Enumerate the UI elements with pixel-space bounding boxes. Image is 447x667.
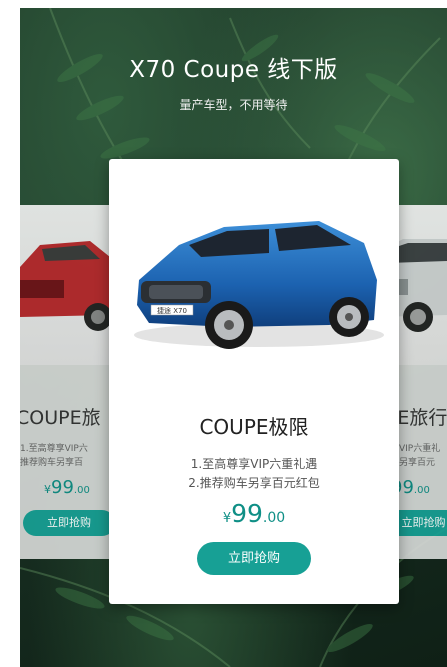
featured-car-image: 捷途 X70 — [134, 221, 384, 349]
featured-price: ¥99.00 — [222, 499, 286, 528]
left-card-title: COUPE旅 — [20, 407, 101, 429]
left-price: ¥99.00 — [44, 477, 90, 498]
left-buy-button[interactable]: 立即抢购 — [23, 510, 115, 536]
plate-text: 捷途 X70 — [157, 306, 187, 315]
featured-benefit-1: 1.至高尊享VIP六重礼遇 — [190, 457, 318, 471]
left-benefit-1: 1.至高尊享VIP六 — [20, 444, 88, 454]
left-benefit-2: 推荐购车另享百 — [20, 458, 84, 468]
page-title: X70 Coupe 线下版 — [129, 57, 338, 83]
left-car-image — [20, 205, 120, 365]
page-subtitle: 量产车型，不用等待 — [179, 98, 288, 112]
featured-buy-button[interactable]: 立即抢购 — [197, 542, 311, 575]
featured-benefit-2: 2.推荐购车另享百元红包 — [188, 476, 320, 490]
featured-product-card[interactable]: 捷途 X70 COUPE极限 1.至高尊享VIP六重礼遇 2.推荐购车另享百元红… — [109, 159, 399, 604]
left-product-card[interactable]: COUPE旅 1.至高尊享VIP六 推荐购车另享百 ¥99.00 立即抢购 — [20, 205, 120, 559]
featured-title: COUPE极限 — [199, 415, 309, 439]
carousel-stage: X70 Coupe 线下版 量产车型，不用等待 COUPE旅 1.至高尊享VIP… — [20, 8, 447, 667]
